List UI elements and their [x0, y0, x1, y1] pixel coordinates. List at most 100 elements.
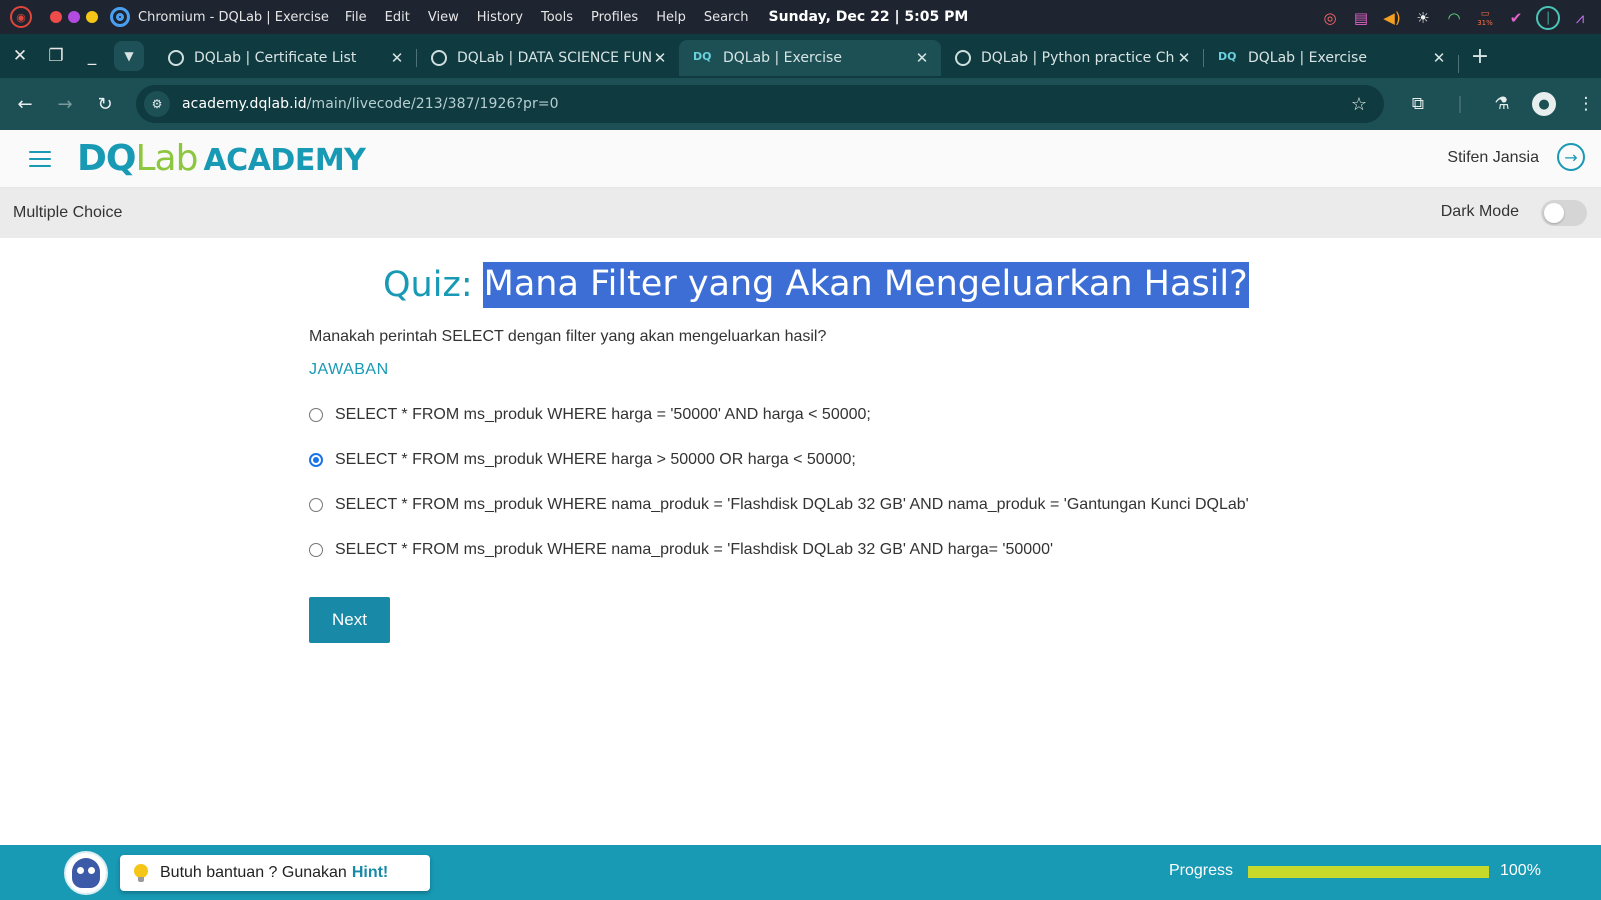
distro-logo-icon[interactable]: ◉ [10, 6, 32, 28]
window-minimize-icon[interactable]: _ [74, 38, 110, 74]
url-text[interactable]: academy.dqlab.id/main/livecode/213/387/1… [182, 96, 1344, 112]
menu-search[interactable]: Search [704, 10, 749, 25]
quiz-title: Quiz: Mana Filter yang Akan Mengeluarkan… [383, 262, 1249, 308]
site-settings-icon[interactable]: ⚙ [144, 91, 170, 117]
menu-file[interactable]: File [345, 10, 367, 25]
menu-profiles[interactable]: Profiles [591, 10, 638, 25]
new-tab-plus-icon[interactable]: + [1465, 44, 1495, 69]
option-radio-selected[interactable] [309, 452, 323, 467]
answer-section-label: JAWABAN [309, 361, 389, 378]
tab-close-icon[interactable]: ✕ [388, 49, 406, 67]
tab-label: DQLab | Certificate List [194, 50, 357, 66]
hint-button[interactable]: Butuh bantuan ? Gunakan Hint! [120, 855, 430, 891]
option-text[interactable]: SELECT * FROM ms_produk WHERE harga = '5… [335, 406, 871, 424]
tab-close-icon[interactable]: ✕ [913, 49, 931, 67]
battery-icon[interactable]: ▭ 31% [1474, 7, 1496, 29]
more-menu-icon[interactable]: ⋮ [1574, 94, 1598, 114]
wifi-icon[interactable]: ◠ [1443, 7, 1465, 29]
window-restore-icon[interactable]: ❐ [38, 38, 74, 74]
next-button[interactable]: Next [309, 597, 390, 643]
globe-icon [955, 50, 971, 66]
answer-option-3[interactable]: SELECT * FROM ms_produk WHERE nama_produ… [309, 482, 1249, 527]
back-arrow-icon[interactable]: ← [8, 87, 42, 121]
answer-option-4[interactable]: SELECT * FROM ms_produk WHERE nama_produ… [309, 527, 1249, 572]
tab-label: DQLab | Exercise [723, 50, 842, 66]
check-icon[interactable]: ✔ [1505, 7, 1527, 29]
tab-python-practice[interactable]: DQLab | Python practice Cha ✕ [941, 40, 1203, 76]
tab-data-science-fund[interactable]: DQLab | DATA SCIENCE FUND ✕ [417, 40, 679, 76]
toolbar-actions: ⧉ | ⚗ ● ⋮ [1406, 92, 1598, 116]
progress-value: 100% [1500, 862, 1541, 879]
tab-list: DQLab | Certificate List ✕ DQLab | DATA … [154, 34, 1458, 78]
globe-icon [168, 50, 184, 66]
option-radio[interactable] [309, 542, 323, 557]
url-path: /main/livecode/213/387/1926?pr=0 [306, 96, 559, 112]
monitor-chart-icon[interactable]: ⩘ [1569, 7, 1591, 29]
menu-help[interactable]: Help [656, 10, 686, 25]
address-bar[interactable]: ⚙ academy.dqlab.id/main/livecode/213/387… [136, 85, 1384, 123]
tab-close-icon[interactable]: ✕ [1430, 49, 1448, 67]
hint-text: Butuh bantuan ? Gunakan [160, 864, 347, 881]
close-dot-icon[interactable] [50, 11, 62, 23]
quiz-question: Manakah perintah SELECT dengan filter ya… [309, 328, 827, 345]
tab-close-icon[interactable]: ✕ [651, 49, 669, 67]
option-text[interactable]: SELECT * FROM ms_produk WHERE harga > 50… [335, 451, 856, 469]
footer-bar: Butuh bantuan ? Gunakan Hint! Progress 1… [0, 845, 1601, 900]
quiz-title-prefix: Quiz: [383, 265, 473, 305]
menu-view[interactable]: View [428, 10, 459, 25]
toggle-knob [1544, 203, 1564, 223]
option-text[interactable]: SELECT * FROM ms_produk WHERE nama_produ… [335, 496, 1249, 514]
brightness-icon[interactable]: ☀ [1412, 7, 1434, 29]
dark-mode-label: Dark Mode [1440, 203, 1519, 220]
logout-icon[interactable]: → [1557, 143, 1585, 171]
dqlab-academy-logo[interactable]: DQ Lab ACADEMY [77, 138, 366, 179]
progress-bar [1248, 866, 1489, 878]
dqlab-icon: DQ [1218, 50, 1237, 63]
minimize-dot-icon[interactable] [68, 11, 80, 23]
globe-icon [431, 50, 447, 66]
window-close-icon[interactable]: ✕ [2, 38, 38, 74]
answer-option-1[interactable]: SELECT * FROM ms_produk WHERE harga = '5… [309, 392, 1249, 437]
system-clock[interactable]: Sunday, Dec 22 | 5:05 PM [769, 9, 969, 25]
tab-close-icon[interactable]: ✕ [1175, 49, 1193, 67]
reload-icon[interactable]: ↻ [88, 87, 122, 121]
profile-avatar-icon[interactable]: ● [1532, 92, 1556, 116]
menu-history[interactable]: History [477, 10, 523, 25]
notes-icon[interactable]: ▤ [1350, 7, 1372, 29]
logo-academy: ACADEMY [203, 143, 366, 178]
forward-arrow-icon[interactable]: → [48, 87, 82, 121]
volume-icon[interactable]: ◀) [1381, 7, 1403, 29]
tab-label: DQLab | Exercise [1248, 50, 1367, 66]
extensions-puzzle-icon[interactable]: ⧉ [1406, 94, 1430, 114]
browser-toolbar: ← → ↻ ⚙ academy.dqlab.id/main/livecode/2… [0, 78, 1601, 130]
mascot-icon [72, 858, 100, 888]
bookmark-star-icon[interactable]: ☆ [1344, 94, 1374, 115]
user-name[interactable]: Stifen Jansia [1447, 149, 1539, 167]
option-radio[interactable] [309, 497, 323, 512]
hint-link[interactable]: Hint! [352, 864, 388, 882]
tab-exercise-active[interactable]: DQ DQLab | Exercise ✕ [679, 40, 941, 76]
tab-search-chevron-icon[interactable]: ▼ [114, 41, 144, 71]
tab-exercise[interactable]: DQ DQLab | Exercise ✕ [1204, 40, 1458, 76]
tab-certificate-list[interactable]: DQLab | Certificate List ✕ [154, 40, 416, 76]
focus-timer-icon[interactable]: ◎ [1319, 7, 1341, 29]
system-tray: ◎ ▤ ◀) ☀ ◠ ▭ 31% ✔ │ ⩘ [1319, 6, 1591, 30]
answer-option-2[interactable]: SELECT * FROM ms_produk WHERE harga > 50… [309, 437, 1249, 482]
option-text[interactable]: SELECT * FROM ms_produk WHERE nama_produ… [335, 541, 1053, 559]
power-icon[interactable]: │ [1536, 6, 1560, 30]
tab-divider [1458, 54, 1459, 73]
dark-mode-toggle[interactable] [1541, 200, 1587, 226]
mascot-avatar[interactable] [64, 851, 108, 895]
site-header: DQ Lab ACADEMY Stifen Jansia → [0, 130, 1601, 188]
url-domain: academy.dqlab.id [182, 96, 307, 112]
menu-edit[interactable]: Edit [385, 10, 410, 25]
logo-dq: DQ [77, 138, 136, 179]
labs-flask-icon[interactable]: ⚗ [1490, 94, 1514, 114]
tab-label: DQLab | DATA SCIENCE FUND [457, 50, 651, 66]
option-radio[interactable] [309, 407, 323, 422]
maximize-dot-icon[interactable] [86, 11, 98, 23]
os-top-bar: ◉ Chromium - DQLab | Exercise File Edit … [0, 0, 1601, 34]
menu-tools[interactable]: Tools [541, 10, 573, 25]
chromium-icon [110, 7, 130, 27]
hamburger-menu-icon[interactable] [29, 150, 51, 167]
